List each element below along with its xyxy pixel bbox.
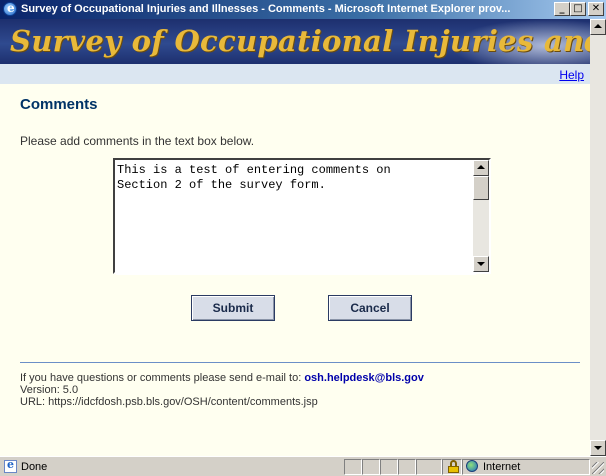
status-panel xyxy=(398,459,416,475)
page-title: Comments xyxy=(20,96,98,113)
help-link[interactable]: Help xyxy=(559,68,584,82)
comments-textarea-frame xyxy=(113,158,491,275)
comments-textarea[interactable] xyxy=(116,161,476,275)
footer-divider xyxy=(20,362,580,363)
status-panel xyxy=(380,459,398,475)
status-panel xyxy=(462,459,590,475)
helpdesk-email: osh.helpdesk@bls.gov xyxy=(304,372,424,384)
scroll-up-icon[interactable] xyxy=(473,160,489,176)
status-panel xyxy=(344,459,362,475)
contact-prefix: If you have questions or comments please… xyxy=(20,372,302,384)
page-content: Help Comments Please add comments in the… xyxy=(0,64,590,456)
cancel-button[interactable]: Cancel xyxy=(328,295,412,321)
close-button[interactable]: ✕ xyxy=(588,2,604,16)
url-text: URL: https://idcfdosh.psb.bls.gov/OSH/co… xyxy=(20,396,318,408)
textarea-scrollbar[interactable] xyxy=(473,160,489,272)
resize-grip[interactable] xyxy=(592,462,604,474)
scroll-up-icon[interactable] xyxy=(590,19,606,35)
window-title: Survey of Occupational Injuries and Illn… xyxy=(21,3,511,15)
scroll-thumb[interactable] xyxy=(473,176,489,200)
status-text: Done xyxy=(21,461,48,473)
minimize-button[interactable]: _ xyxy=(554,2,570,16)
window-title-bar[interactable]: Survey of Occupational Injuries and Illn… xyxy=(0,0,606,19)
zone-text: Internet xyxy=(483,461,521,473)
survey-banner: Survey of Occupational Injuries and Illn… xyxy=(0,19,590,64)
version-text: Version: 5.0 xyxy=(20,384,79,396)
footer: If you have questions or comments please… xyxy=(20,372,424,408)
submit-button[interactable]: Submit xyxy=(191,295,275,321)
scroll-down-icon[interactable] xyxy=(590,440,606,456)
maximize-button[interactable]: □ xyxy=(570,2,586,16)
ie-icon[interactable] xyxy=(3,1,17,16)
instructions-text: Please add comments in the text box belo… xyxy=(20,134,255,148)
status-panel xyxy=(416,459,442,475)
internet-zone-icon xyxy=(466,460,478,472)
banner-title: Survey of Occupational Injuries and Illn… xyxy=(10,24,590,58)
page-scrollbar[interactable] xyxy=(590,19,606,456)
lock-icon xyxy=(447,460,460,473)
help-strip: Help xyxy=(0,64,590,84)
contact-line: If you have questions or comments please… xyxy=(20,372,424,384)
status-bar: Done Internet xyxy=(0,456,606,476)
status-panel xyxy=(362,459,380,475)
scroll-down-icon[interactable] xyxy=(473,256,489,272)
ie-page-icon xyxy=(4,458,17,473)
